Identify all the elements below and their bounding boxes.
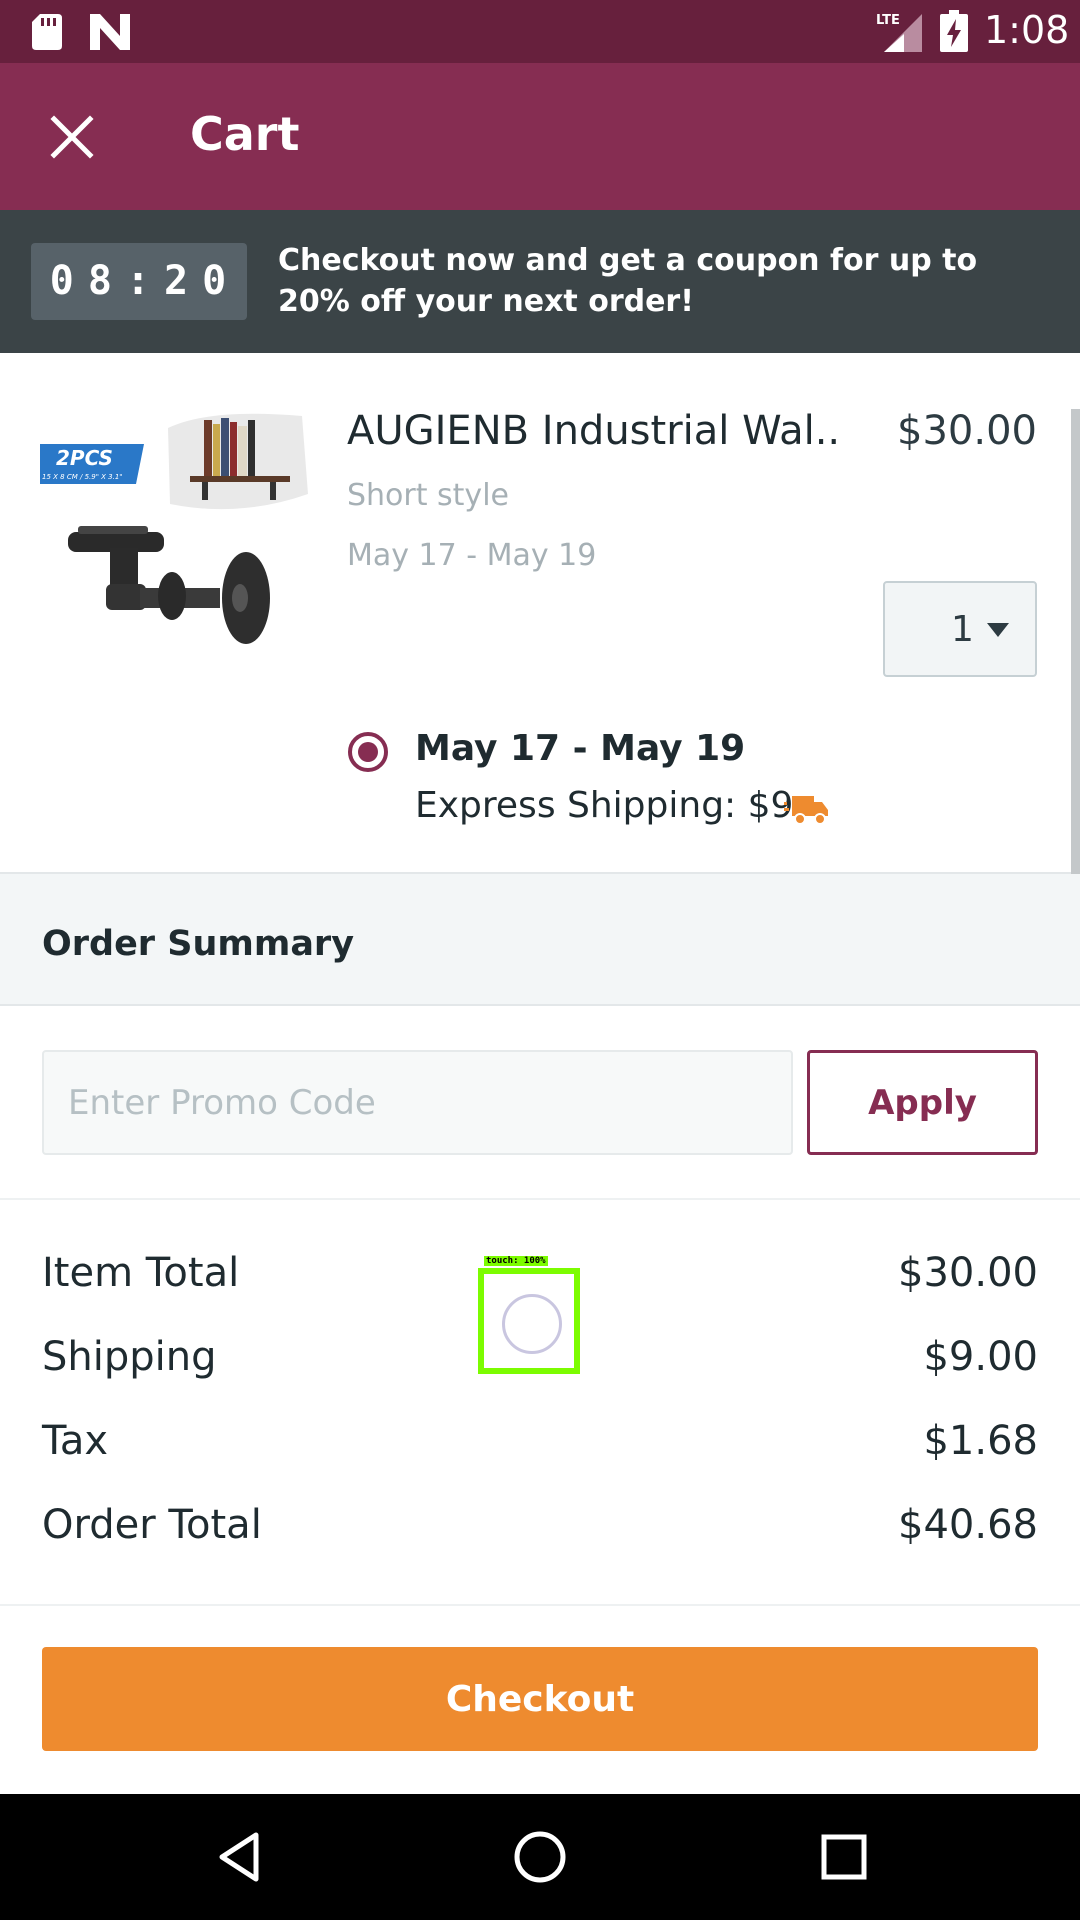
recents-icon[interactable] — [814, 1827, 874, 1887]
order-summary-header: Order Summary — [0, 874, 1080, 1006]
status-clock: 1:08 — [984, 8, 1070, 52]
apply-button[interactable]: Apply — [807, 1050, 1038, 1155]
delivery-dates: May 17 - May 19 — [347, 538, 597, 573]
product-price: $30.00 — [897, 408, 1037, 454]
promo-code-input[interactable] — [42, 1050, 793, 1155]
banner-message: Checkout now and get a coupon for up to … — [278, 243, 978, 319]
n-icon — [90, 14, 130, 50]
order-total-row: Order Total $40.68 — [42, 1502, 1038, 1586]
close-icon[interactable] — [48, 113, 96, 161]
total-row-value: $1.68 — [923, 1418, 1038, 1464]
total-row-value: $9.00 — [923, 1334, 1038, 1380]
status-bar: LTE 1:08 — [0, 0, 1080, 63]
tax-row: Tax $1.68 — [42, 1418, 1038, 1502]
lte-label: LTE — [876, 13, 900, 28]
total-row-label: Shipping — [42, 1334, 217, 1380]
checkout-button[interactable]: Checkout — [42, 1647, 1038, 1751]
touch-indicator: touch: 100% — [478, 1256, 580, 1374]
lte-signal-icon: LTE — [876, 13, 922, 52]
total-row-value: $40.68 — [898, 1502, 1038, 1548]
countdown-timer: 08:20 — [31, 243, 247, 320]
back-icon[interactable] — [210, 1827, 270, 1887]
divider — [0, 1604, 1080, 1606]
product-image-label: 2PCS — [56, 446, 113, 470]
total-row-label: Item Total — [42, 1250, 240, 1296]
product-image[interactable]: 2PCS 15 X 8 CM / 5.9" X 3.1" — [40, 408, 308, 648]
product-variant: Short style — [347, 478, 509, 513]
total-row-label: Tax — [42, 1418, 108, 1464]
cart-item: 2PCS 15 X 8 CM / 5.9" X 3.1" AUGIENB Ind… — [0, 353, 1080, 874]
product-name[interactable]: AUGIENB Industrial Wal... — [347, 408, 837, 454]
shipping-radio[interactable] — [346, 730, 390, 774]
sd-card-icon — [32, 14, 62, 50]
battery-charging-icon — [940, 10, 968, 52]
chevron-down-icon — [987, 623, 1009, 637]
touch-indicator-label: touch: 100% — [484, 1256, 548, 1266]
order-summary-title: Order Summary — [42, 924, 355, 964]
home-icon[interactable] — [510, 1827, 570, 1887]
shipping-date: May 17 - May 19 — [415, 728, 746, 769]
page-title: Cart — [190, 107, 300, 161]
promo-banner: 08:20 Checkout now and get a coupon for … — [0, 210, 1080, 353]
system-nav-bar — [0, 1794, 1080, 1920]
quantity-value: 1 — [951, 609, 974, 650]
truck-icon — [784, 796, 828, 825]
total-row-value: $30.00 — [898, 1250, 1038, 1296]
touch-circle — [502, 1294, 562, 1354]
product-image-sublabel: 15 X 8 CM / 5.9" X 3.1" — [42, 473, 123, 481]
quantity-select[interactable]: 1 — [883, 581, 1037, 677]
divider — [0, 1198, 1080, 1200]
app-bar: Cart — [0, 63, 1080, 210]
shipping-method: Express Shipping: $9 — [415, 785, 794, 826]
total-row-label: Order Total — [42, 1502, 262, 1548]
